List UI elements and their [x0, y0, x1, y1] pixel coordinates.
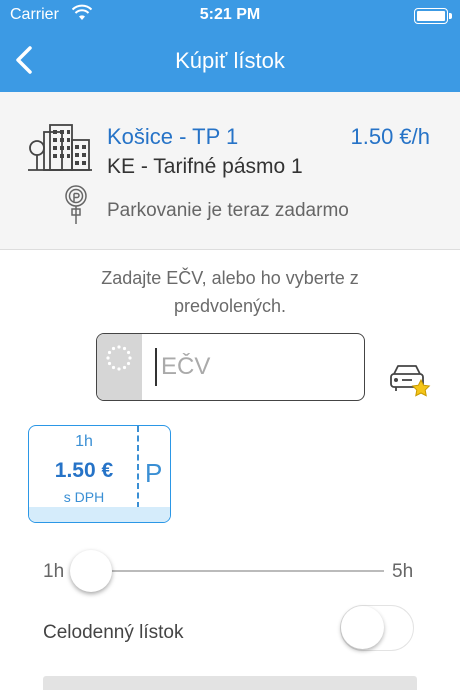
status-bar: Carrier 5:21 PM [0, 0, 460, 30]
free-parking-notice: Parkovanie je teraz zadarmo [107, 200, 349, 221]
favorite-cars-icon[interactable] [388, 360, 432, 400]
zone-subtitle: KE - Tarifné pásmo 1 [107, 155, 303, 178]
parking-meter-icon [65, 185, 87, 224]
ticket-vat-label: s DPH [63, 489, 105, 505]
zone-info-panel: Košice - TP 1 1.50 €/h KE - Tarifné pásm… [0, 92, 460, 250]
page-title: Kúpiť lístok [175, 48, 285, 73]
buy-ticket-button[interactable] [43, 676, 417, 690]
eu-stars-icon [106, 345, 132, 371]
battery-icon [414, 8, 452, 24]
ticket-duration: 1h [75, 433, 93, 450]
ticket-option-1h[interactable]: 1h 1.50 € s DPH P [28, 425, 171, 523]
plate-number-input[interactable] [155, 348, 355, 386]
plate-instruction: Zadajte EČV, alebo ho vyberte z predvole… [101, 268, 359, 316]
clock: 5:21 PM [199, 6, 261, 23]
toggle-knob [341, 606, 384, 649]
license-plate-field[interactable] [96, 333, 365, 401]
ticket-bottom-fill [29, 507, 170, 522]
city-buildings-icon [28, 124, 92, 171]
zone-price: 1.50 €/h [350, 124, 430, 149]
zone-name[interactable]: Košice - TP 1 [107, 124, 238, 150]
all-day-ticket-label: Celodenný lístok [43, 622, 184, 643]
nav-bar: Kúpiť lístok [0, 30, 460, 92]
duration-slider-thumb[interactable] [70, 550, 112, 592]
eu-band [97, 334, 142, 400]
all-day-toggle[interactable] [340, 605, 414, 651]
slider-max-label: 5h [392, 561, 414, 582]
duration-slider-track[interactable] [90, 570, 384, 572]
ticket-price: 1.50 € [54, 459, 114, 482]
parking-p-icon: P [145, 458, 163, 488]
slider-min-label: 1h [43, 561, 65, 582]
ticket-divider [137, 426, 139, 508]
